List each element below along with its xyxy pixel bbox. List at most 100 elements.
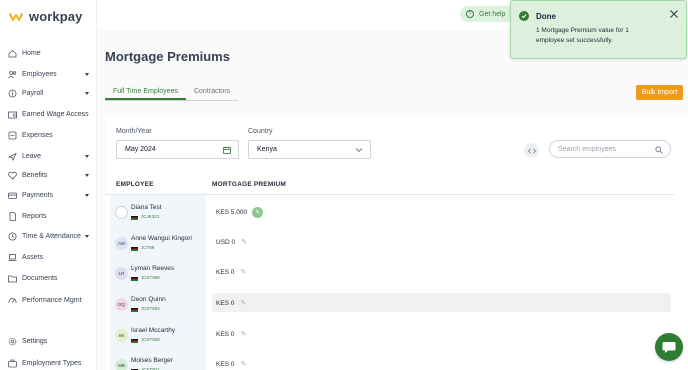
sidebar-item-settings[interactable]: Settings <box>0 333 97 349</box>
chevron-down-icon[interactable] <box>85 72 89 76</box>
sidebar-item-payroll[interactable]: Payroll <box>0 85 97 101</box>
page-title: Mortgage Premiums <box>105 49 230 64</box>
search-input[interactable] <box>558 145 658 153</box>
sidebar-item-leave[interactable]: Leave <box>0 148 97 164</box>
avatar: MB <box>115 359 128 370</box>
month-year-picker[interactable]: May 2024 <box>116 140 239 159</box>
employee-cell[interactable]: DQ Deon Quinn JCKT854 <box>115 295 210 319</box>
employee-cell[interactable]: LR Lyman Reeves JCKT958 <box>115 264 210 288</box>
sidebar-item-label: Home <box>22 49 41 57</box>
sidebar-item-expenses[interactable]: Expenses <box>0 127 97 143</box>
help-icon: ? <box>466 10 474 18</box>
employee-cell[interactable]: IM Israel Mccarthy JCKT928 <box>115 326 210 350</box>
code-toggle-button[interactable] <box>524 143 539 158</box>
home-icon <box>8 49 17 58</box>
employee-name[interactable]: Moises Berger <box>131 357 173 364</box>
employee-name[interactable]: Anne Wangui Kingori <box>131 235 192 242</box>
edit-pencil-icon[interactable]: ✎ <box>240 299 246 307</box>
edit-pencil-icon[interactable]: ✎ <box>240 268 246 276</box>
premium-cell: KES 0 ✎ <box>216 268 246 277</box>
chevron-down-icon[interactable] <box>85 234 89 238</box>
chat-button[interactable] <box>655 333 683 361</box>
edit-pencil-icon[interactable]: ✎ <box>240 330 246 338</box>
sidebar-item-employees[interactable]: Employees <box>0 66 97 82</box>
month-year-label: Month/Year <box>116 128 152 135</box>
tab-contractors[interactable]: Contractors <box>186 86 238 100</box>
premium-cell: KES 5,000 ✎ <box>216 207 264 218</box>
employee-cell[interactable]: Diana Test JCJK321 <box>115 203 210 227</box>
employee-name[interactable]: Lyman Reeves <box>131 265 174 272</box>
chevron-down-icon[interactable] <box>85 173 89 177</box>
sidebar-item-label: Assets <box>22 253 44 261</box>
edit-pencil-icon[interactable]: ✎ <box>240 360 246 368</box>
chevron-down-icon[interactable] <box>85 193 89 197</box>
employee-column-header[interactable]: EMPLOYEE <box>116 181 154 188</box>
avatar: LR <box>115 267 128 280</box>
country-label: Country <box>248 128 273 135</box>
avatar <box>115 206 128 219</box>
edit-pencil-icon[interactable]: ✎ <box>252 207 264 218</box>
premium-value: KES 0 <box>216 330 235 338</box>
sidebar-item-time-attendance[interactable]: Time & Attendance <box>0 228 97 244</box>
row-hover-highlight <box>212 293 671 312</box>
sidebar-item-label: Employment Types <box>22 359 82 367</box>
country-value: Kenya <box>257 146 277 153</box>
avatar: IM <box>115 329 128 342</box>
month-year-value: May 2024 <box>125 146 156 153</box>
bulk-import-button[interactable]: Bulk Import <box>636 85 683 100</box>
sidebar-item-label: Employees <box>22 70 57 78</box>
kenya-flag-icon <box>131 276 138 281</box>
chevron-down-icon[interactable] <box>85 91 89 95</box>
plane-icon <box>8 152 17 161</box>
chat-icon <box>662 341 676 353</box>
employee-name[interactable]: Deon Quinn <box>131 296 166 303</box>
workpay-logo[interactable]: workpay <box>9 9 82 24</box>
employee-name[interactable]: Diana Test <box>131 204 162 211</box>
employee-code: JCKT928 <box>141 337 160 342</box>
coins-icon <box>8 89 17 98</box>
premium-cell: USD 0 ✎ <box>216 238 247 247</box>
premium-value: USD 0 <box>216 238 236 246</box>
employee-code: JCT89 <box>141 245 155 250</box>
premium-value: KES 0 <box>216 360 235 368</box>
toast-message: 1 Mortgage Premium value for 1 employee … <box>536 27 629 44</box>
sidebar-item-employment-types[interactable]: Employment Types <box>0 355 97 370</box>
premium-cell: KES 0 ✎ <box>216 330 246 339</box>
check-circle-icon <box>519 11 529 21</box>
clock-icon <box>8 232 17 241</box>
edit-pencil-icon[interactable]: ✎ <box>241 238 247 246</box>
get-help-label: Get help <box>479 10 506 18</box>
sidebar-item-performance-mgmt[interactable]: Performance Mgmt <box>0 292 97 308</box>
sidebar-item-documents[interactable]: Documents <box>0 270 97 286</box>
card-icon <box>8 191 17 200</box>
sidebar-item-payments[interactable]: Payments <box>0 187 97 203</box>
sidebar-item-reports[interactable]: Reports <box>0 208 97 224</box>
avatar: DQ <box>115 298 128 311</box>
sidebar: workpay Home Employees Payroll Earned Wage … <box>0 0 97 370</box>
sidebar-item-earned-wage-access[interactable]: Earned Wage Access <box>0 106 97 122</box>
sidebar-item-label: Expenses <box>22 131 53 139</box>
kenya-flag-icon <box>131 215 138 220</box>
premium-column-header[interactable]: MORTGAGE PREMIUM <box>212 181 286 188</box>
chevron-down-icon <box>355 148 363 153</box>
chevron-down-icon[interactable] <box>85 154 89 158</box>
sidebar-item-home[interactable]: Home <box>0 45 97 61</box>
sidebar-item-assets[interactable]: Assets <box>0 249 97 265</box>
kenya-flag-icon <box>131 246 138 251</box>
get-help-button[interactable]: ? Get help <box>460 6 515 22</box>
sidebar-item-label: Benefits <box>22 171 48 179</box>
country-select[interactable]: Kenya <box>248 140 371 159</box>
close-icon[interactable] <box>668 8 680 20</box>
tab-full-time-employees[interactable]: Full Time Employees <box>105 86 186 100</box>
file-icon <box>8 211 17 221</box>
sidebar-item-label: Time & Attendance <box>22 232 81 240</box>
briefcase-icon <box>8 359 17 368</box>
employee-cell[interactable]: MB Moises Berger JCKT921 <box>115 356 210 370</box>
employee-name[interactable]: Israel Mccarthy <box>131 327 175 334</box>
sidebar-item-label: Settings <box>22 337 48 345</box>
users-icon <box>8 70 17 79</box>
employee-cell[interactable]: AW Anne Wangui Kingori JCT89 <box>115 234 210 258</box>
sidebar-item-benefits[interactable]: Benefits <box>0 167 97 183</box>
wallet-icon <box>8 110 17 119</box>
heart-icon <box>8 171 17 180</box>
